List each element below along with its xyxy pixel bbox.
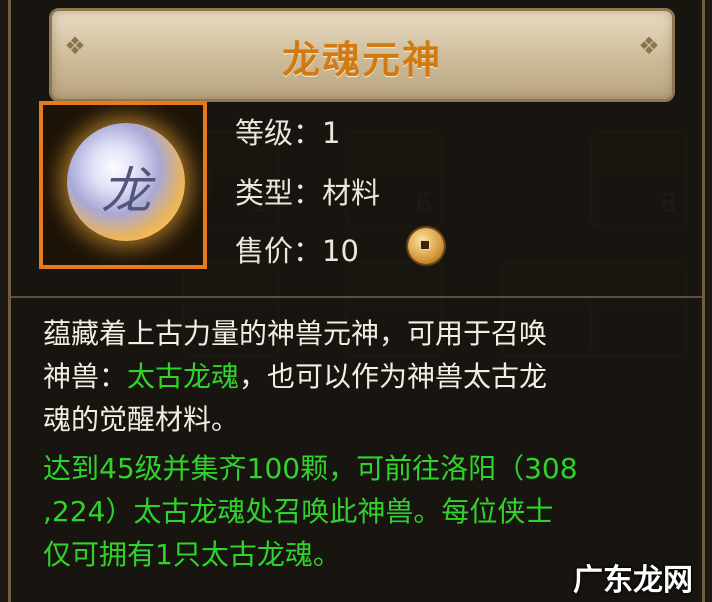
coin-hole (420, 240, 430, 250)
copper-coin-icon (408, 228, 444, 264)
tooltip-divider (11, 296, 702, 298)
type-label: 类型： (235, 176, 323, 210)
dragon-soul-orb-icon: 龙 (67, 123, 185, 241)
item-description: 蕴藏着上古力量的神兽元神，可用于召唤 神兽：太古龙魂，也可以作为神兽太古龙 魂的… (43, 312, 683, 441)
site-watermark: 广东龙网 (573, 563, 693, 598)
description-line-2: 神兽：太古龙魂，也可以作为神兽太古龙 (43, 355, 683, 398)
obtain-line-1: 达到45级并集齐100颗，可前往洛阳（308 (43, 452, 578, 485)
price-value: 10 (322, 234, 359, 268)
item-icon-frame[interactable]: 龙 (39, 101, 207, 269)
description-line-1: 蕴藏着上古力量的神兽元神，可用于召唤 (43, 317, 548, 350)
level-row: 等级：1 (235, 110, 340, 152)
price-row: 售价：10 (235, 228, 359, 270)
price-label: 售价： (235, 234, 323, 268)
item-name: 龙魂元神 (281, 38, 442, 82)
description-suffix: ，也可以作为神兽太古龙 (239, 360, 548, 393)
level-label: 等级： (235, 116, 323, 150)
tooltip-title-bar: ❖ ❖ 龙魂元神 (49, 8, 675, 102)
description-line-3: 魂的觉醒材料。 (43, 403, 240, 436)
beast-name-highlight: 太古龙魂 (127, 360, 240, 393)
orb-glyph: 龙 (101, 162, 151, 220)
type-row: 类型：材料 (235, 170, 380, 212)
level-value: 1 (322, 116, 341, 150)
type-value: 材料 (322, 176, 381, 210)
description-prefix: 神兽： (43, 360, 128, 393)
item-tooltip: ❖ ❖ 龙魂元神 龙 等级：1 类型：材料 售价：10 蕴藏着上古力量的神兽元神… (8, 0, 705, 602)
obtain-line-2: ,224）太古龙魂处召唤此神兽。每位侠士 (43, 495, 554, 528)
